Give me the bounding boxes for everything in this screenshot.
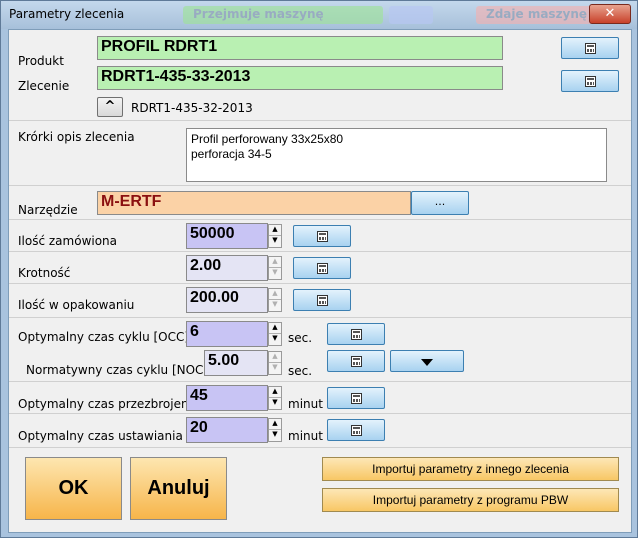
bg-tab-take-machine: Przejmuje maszynę: [183, 6, 383, 24]
chevron-down-icon: [421, 359, 433, 366]
occ-calc-button[interactable]: [327, 323, 385, 345]
calculator-icon: [585, 76, 596, 87]
multiplicity-calc-button[interactable]: [293, 257, 351, 279]
setup-calc-button[interactable]: [327, 419, 385, 441]
title-bar: Parametry zlecenia Przejmuje maszynę Zda…: [1, 1, 637, 29]
quantity-package-field[interactable]: 200.00: [186, 287, 268, 313]
close-button[interactable]: ✕: [589, 4, 631, 24]
nocc-stepper: ▲ ▼: [268, 351, 282, 375]
stepper-down-icon: ▼: [272, 268, 278, 276]
stepper-up-icon: ▲: [269, 289, 281, 300]
cycle-time-section: Optymalny czas cyklu [OCC] 6 ▲ ▼ sec. Nor…: [9, 318, 631, 382]
dialog-content: Produkt PROFIL RDRT1 Zlecenie RDRT1-435-…: [8, 29, 632, 533]
quantity-ordered-calc-button[interactable]: [293, 225, 351, 247]
changeover-unit: minut: [288, 397, 323, 411]
setup-field[interactable]: 20: [186, 417, 268, 443]
stepper-down-icon[interactable]: ▼: [269, 334, 281, 345]
calculator-icon: [317, 295, 328, 306]
occ-stepper[interactable]: ▲ ▼: [268, 322, 282, 346]
tool-section: Narzędzie M-ERTF ...: [9, 186, 631, 220]
quantity-ordered-field[interactable]: 50000: [186, 223, 268, 249]
calculator-icon: [585, 43, 596, 54]
tool-label: Narzędzie: [18, 203, 78, 217]
stepper-down-icon: ▼: [272, 300, 278, 308]
order-picker-button[interactable]: [561, 70, 619, 92]
import-pbw-button[interactable]: Importuj parametry z programu PBW: [322, 488, 619, 512]
quantity-package-calc-button[interactable]: [293, 289, 351, 311]
changeover-label: Optymalny czas przezbrojenia: [18, 397, 200, 411]
description-line: Profil perforowany 33x25x80: [191, 132, 344, 146]
calculator-icon: [351, 393, 362, 404]
description-textarea[interactable]: Profil perforowany 33x25x80 perforacja 3…: [186, 128, 607, 182]
multiplicity-stepper: ▲ ▼: [268, 256, 282, 280]
multiplicity-label: Krotność: [18, 266, 71, 280]
occ-unit: sec.: [288, 331, 313, 345]
dialog-window: Parametry zlecenia Przejmuje maszynę Zda…: [0, 0, 638, 538]
import-other-order-button[interactable]: Importuj parametry z innego zlecenia: [322, 457, 619, 481]
description-line: perforacja 34-5: [191, 147, 272, 161]
nocc-unit: sec.: [288, 364, 313, 378]
quantity-package-stepper: ▲ ▼: [268, 288, 282, 312]
changeover-stepper[interactable]: ▲ ▼: [268, 386, 282, 410]
nocc-label: Normatywny czas cyklu [NOCC]: [26, 363, 217, 377]
occ-field[interactable]: 6: [186, 321, 268, 347]
previous-order-button[interactable]: ^: [97, 97, 123, 117]
changeover-section: Optymalny czas przezbrojenia 45 ▲ ▼ minut: [9, 382, 631, 414]
product-label: Produkt: [18, 54, 64, 68]
calculator-icon: [351, 329, 362, 340]
calculator-icon: [317, 263, 328, 274]
setup-stepper[interactable]: ▲ ▼: [268, 418, 282, 442]
stepper-down-icon[interactable]: ▼: [269, 430, 281, 441]
stepper-down-icon[interactable]: ▼: [269, 236, 281, 247]
calculator-icon: [317, 231, 328, 242]
setup-unit: minut: [288, 429, 323, 443]
stepper-up-icon[interactable]: ▲: [269, 387, 281, 398]
quantity-package-label: Ilość w opakowaniu: [18, 298, 135, 312]
previous-order-value: RDRT1-435-32-2013: [131, 101, 253, 115]
nocc-calc-button[interactable]: [327, 350, 385, 372]
nocc-field[interactable]: 5.00: [204, 350, 268, 376]
stepper-up-icon: ▲: [269, 352, 281, 363]
product-field[interactable]: PROFIL RDRT1: [97, 36, 503, 60]
quantity-package-section: Ilość w opakowaniu 200.00 ▲ ▼: [9, 284, 631, 318]
stepper-down-icon[interactable]: ▼: [269, 398, 281, 409]
setup-label: Optymalny czas ustawiania: [18, 429, 183, 443]
description-section: Krórki opis zlecenia Profil perforowany …: [9, 121, 631, 186]
quantity-ordered-label: Ilość zamówiona: [18, 234, 118, 248]
window-title: Parametry zlecenia: [9, 7, 125, 21]
bg-tab-blank: [389, 6, 433, 24]
nocc-dropdown-button[interactable]: [390, 350, 464, 372]
close-icon: ✕: [604, 6, 616, 21]
ok-button[interactable]: OK: [25, 457, 122, 520]
description-label: Krórki opis zlecenia: [18, 130, 135, 144]
stepper-up-icon: ▲: [269, 257, 281, 268]
bg-tab-return-machine: Zdaje maszynę: [476, 6, 606, 24]
quantity-ordered-stepper[interactable]: ▲ ▼: [268, 224, 282, 248]
stepper-up-icon[interactable]: ▲: [269, 323, 281, 334]
multiplicity-section: Krotność 2.00 ▲ ▼: [9, 252, 631, 284]
setup-section: Optymalny czas ustawiania 20 ▲ ▼ minut: [9, 414, 631, 448]
tool-field[interactable]: M-ERTF: [97, 191, 411, 215]
tool-browse-button[interactable]: ...: [411, 191, 469, 215]
stepper-up-icon[interactable]: ▲: [269, 419, 281, 430]
stepper-down-icon: ▼: [272, 363, 278, 371]
order-label: Zlecenie: [18, 79, 70, 93]
occ-label: Optymalny czas cyklu [OCC]: [18, 330, 190, 344]
quantity-ordered-section: Ilość zamówiona 50000 ▲ ▼: [9, 220, 631, 252]
product-picker-button[interactable]: [561, 37, 619, 59]
calculator-icon: [351, 356, 362, 367]
order-field[interactable]: RDRT1-435-33-2013: [97, 66, 503, 90]
cancel-button[interactable]: Anuluj: [130, 457, 227, 520]
calculator-icon: [351, 425, 362, 436]
stepper-up-icon[interactable]: ▲: [269, 225, 281, 236]
changeover-field[interactable]: 45: [186, 385, 268, 411]
changeover-calc-button[interactable]: [327, 387, 385, 409]
multiplicity-field[interactable]: 2.00: [186, 255, 268, 281]
product-section: Produkt PROFIL RDRT1 Zlecenie RDRT1-435-…: [9, 30, 631, 121]
